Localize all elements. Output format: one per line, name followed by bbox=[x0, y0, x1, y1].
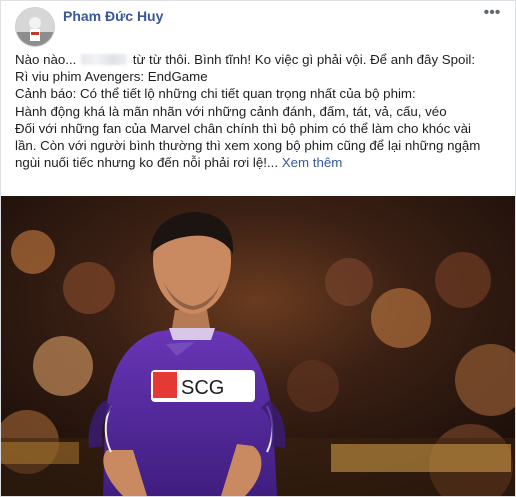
player-photo: SCG bbox=[1, 196, 515, 496]
post-line: Đối với những fan của Marvel chân chính … bbox=[15, 120, 471, 136]
jersey-sponsor-text: SCG bbox=[181, 377, 224, 399]
post-text: Nào nào... từ từ thôi. Bình tĩnh! Ko việ… bbox=[15, 51, 505, 171]
author-avatar[interactable] bbox=[15, 7, 55, 47]
avatar-image bbox=[16, 8, 54, 46]
post-header: Pham Đức Huy ••• bbox=[15, 4, 505, 47]
blurred-text bbox=[81, 54, 128, 65]
line-text: ngùi nuối tiếc nhưng ko đến nỗi phải rơi… bbox=[15, 155, 279, 171]
author-name[interactable]: Pham Đức Huy bbox=[63, 8, 163, 24]
facebook-post: Pham Đức Huy ••• Nào nào... từ từ thôi. … bbox=[0, 0, 516, 497]
post-photo[interactable]: SCG bbox=[1, 196, 515, 496]
line-text: Nào nào... bbox=[15, 52, 81, 67]
line-text: từ từ thôi. Bình tĩnh! Ko việc gì phải v… bbox=[129, 52, 476, 67]
post-line: Cảnh báo: Có thể tiết lộ những chi tiết … bbox=[15, 86, 416, 102]
ellipsis-icon[interactable]: ••• bbox=[481, 3, 503, 23]
post-line: Rì viu phim Avengers: EndGame bbox=[15, 69, 208, 85]
see-more-link[interactable]: Xem thêm bbox=[282, 155, 343, 170]
post-line: Nào nào... từ từ thôi. Bình tĩnh! Ko việ… bbox=[15, 51, 505, 68]
post-line: Hành động khá là mãn nhãn với những cảnh… bbox=[15, 103, 447, 119]
post-line: lần. Còn với người bình thường thì xem x… bbox=[15, 138, 481, 154]
post-line: ngùi nuối tiếc nhưng ko đến nỗi phải rơi… bbox=[15, 154, 505, 171]
